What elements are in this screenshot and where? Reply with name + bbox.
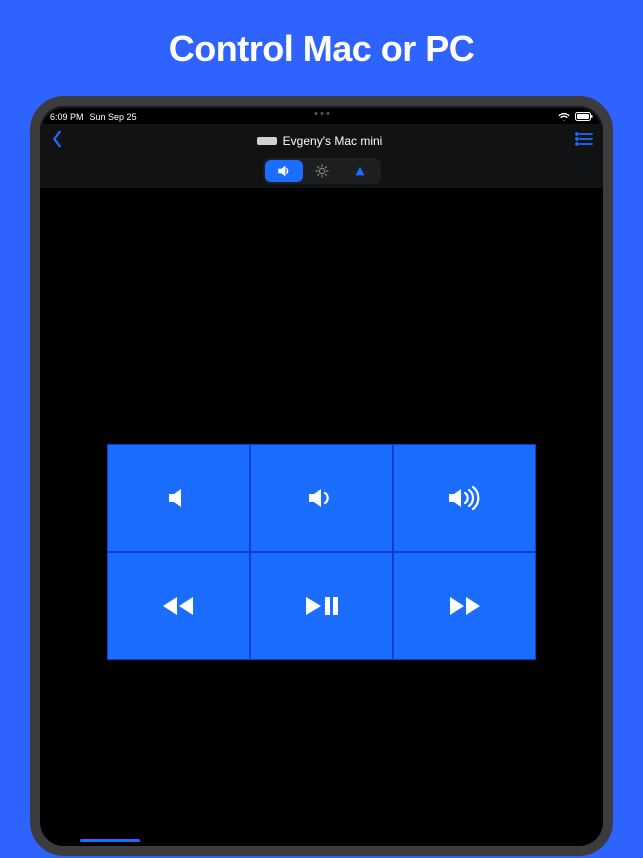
nav-title: Evgeny's Mac mini [257, 134, 383, 148]
play-pause-button[interactable] [250, 552, 393, 660]
headline-text: Control Mac or PC [169, 28, 475, 70]
battery-icon [575, 112, 593, 123]
ipad-frame: 6:09 PM Sun Sep 25 Evgeny's Mac mini [30, 96, 613, 856]
promo-page: Control Mac or PC 6:09 PM Sun Sep 25 [0, 0, 643, 858]
main-area [40, 188, 603, 846]
mute-button[interactable] [107, 444, 250, 552]
nav-bar: Evgeny's Mac mini [40, 124, 603, 158]
device-name-label: Evgeny's Mac mini [283, 134, 383, 148]
control-grid [107, 444, 537, 660]
segmented-control [263, 158, 381, 184]
segment-media[interactable] [341, 160, 379, 182]
multitask-dots [314, 112, 329, 115]
back-button[interactable] [50, 130, 64, 153]
segment-volume[interactable] [265, 160, 303, 182]
rewind-button[interactable] [107, 552, 250, 660]
wifi-icon [558, 112, 570, 123]
forward-button[interactable] [393, 552, 536, 660]
list-button[interactable] [575, 132, 593, 151]
status-bar: 6:09 PM Sun Sep 25 [40, 106, 603, 124]
volume-down-button[interactable] [250, 444, 393, 552]
segment-brightness[interactable] [303, 160, 341, 182]
status-time: 6:09 PM [50, 112, 84, 122]
mac-mini-icon [257, 137, 277, 145]
page-indicator [80, 839, 140, 842]
status-date: Sun Sep 25 [90, 112, 137, 122]
volume-up-button[interactable] [393, 444, 536, 552]
segment-bar [40, 158, 603, 188]
